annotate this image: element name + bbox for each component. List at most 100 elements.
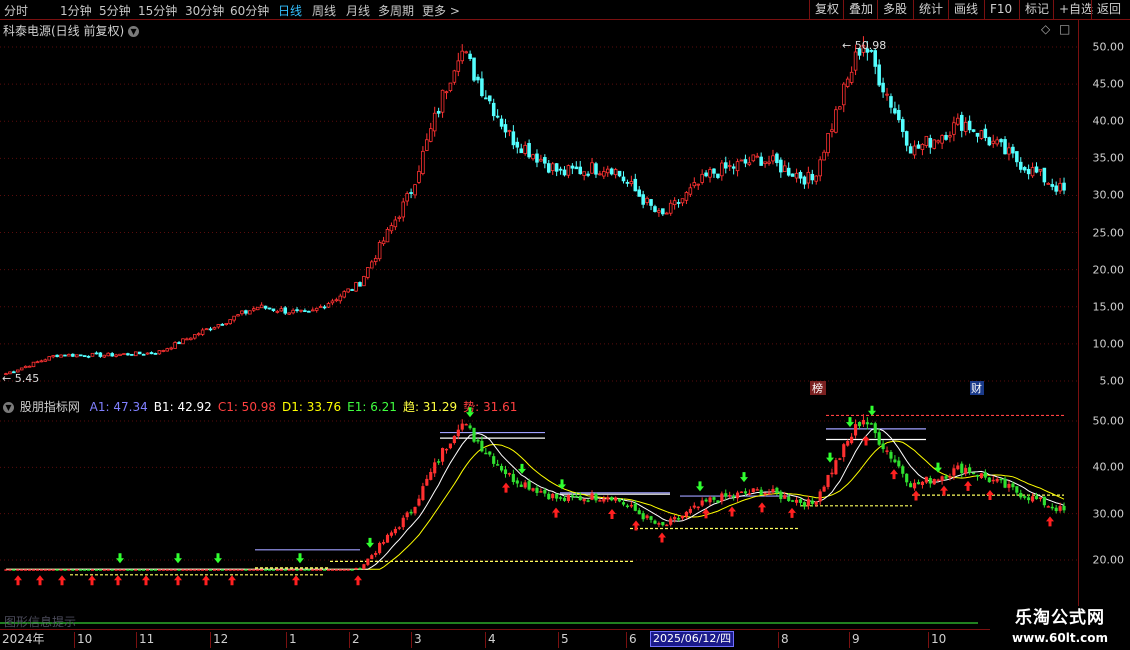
- indicator-bar: [102, 569, 106, 571]
- tab-more[interactable]: 更多 >: [422, 2, 460, 19]
- indicator-bar: [751, 488, 755, 493]
- indicator-bar: [645, 515, 649, 519]
- candle-body: [468, 53, 472, 60]
- indicator-bar: [924, 476, 928, 483]
- multi-stock-button[interactable]: 多股: [877, 0, 912, 20]
- indicator-bar: [830, 472, 834, 475]
- tab-60min[interactable]: 60分钟: [230, 2, 269, 19]
- tab-1min[interactable]: 1分钟: [60, 2, 92, 19]
- candle-body: [743, 159, 748, 164]
- indicator-bar: [12, 569, 16, 571]
- candle-body: [645, 197, 649, 203]
- time-label: 1: [286, 632, 297, 648]
- candle-body: [527, 142, 531, 158]
- candle-body: [704, 172, 708, 177]
- indicator-bar: [480, 440, 484, 452]
- stats-button[interactable]: 统计: [913, 0, 948, 20]
- candle-body: [271, 308, 276, 312]
- candle-body: [712, 168, 716, 174]
- f10-button[interactable]: F10: [984, 0, 1017, 20]
- tab-daily[interactable]: 日线: [278, 2, 302, 19]
- indicator-bar: [562, 497, 567, 501]
- tab-15min[interactable]: 15分钟: [138, 2, 177, 19]
- mark-button[interactable]: 标记: [1019, 0, 1054, 20]
- indicator-bar: [263, 569, 268, 571]
- candle-body: [897, 109, 901, 121]
- indicator-bar: [1027, 497, 1031, 501]
- candle-body: [409, 192, 413, 194]
- sell-arrow-icon: [296, 553, 304, 564]
- time-label: 5: [558, 632, 569, 648]
- back-button[interactable]: 返回: [1091, 0, 1126, 20]
- overlay-button[interactable]: 叠加: [843, 0, 878, 20]
- candle-body: [940, 135, 944, 144]
- time-label: 8: [778, 632, 789, 648]
- indicator-bar: [63, 569, 67, 571]
- candle-body: [582, 171, 586, 176]
- indicator-bar: [86, 569, 91, 571]
- indicator-bar: [806, 499, 810, 506]
- indicator-bar: [55, 569, 59, 571]
- candle-body: [598, 173, 602, 176]
- candle-body: [499, 118, 504, 127]
- indicator-chart[interactable]: [0, 396, 1078, 629]
- fuquan-button[interactable]: 复权: [809, 0, 844, 20]
- indicator-bar: [975, 474, 980, 477]
- candle-body: [818, 159, 822, 177]
- sell-arrow-icon: [174, 553, 182, 564]
- indicator-bar: [578, 495, 582, 501]
- indicator-bar: [743, 491, 748, 494]
- sell-arrow-icon: [826, 452, 834, 463]
- indicator-bar: [409, 511, 413, 514]
- buy-arrow-icon: [114, 575, 122, 586]
- tab-5min[interactable]: 5分钟: [99, 2, 131, 19]
- candle-body: [853, 51, 858, 71]
- candle-body: [393, 219, 398, 228]
- indicator-bar: [496, 464, 500, 466]
- tab-monthly[interactable]: 月线: [346, 2, 370, 19]
- candle-body: [377, 242, 382, 260]
- candle-body: [314, 307, 319, 311]
- indicator-bar: [629, 505, 633, 507]
- indicator-bar: [543, 489, 547, 494]
- indicator-bar: [354, 567, 358, 570]
- indicator-bar: [893, 459, 897, 463]
- tab-multi-period[interactable]: 多周期: [378, 2, 414, 19]
- candle-body: [782, 165, 787, 172]
- main-kline-chart[interactable]: ← 50.98 ← 5.45 榜 财: [0, 20, 1078, 395]
- main-price-axis: 50.00 45.00 40.00 35.00 30.00 25.00 20.00 15.00…: [1078, 20, 1130, 396]
- candle-body: [228, 319, 232, 325]
- indicator-bar: [610, 497, 614, 501]
- indicator-bar: [983, 472, 987, 478]
- tab-30min[interactable]: 30分钟: [185, 2, 224, 19]
- indicator-bar: [118, 569, 122, 571]
- indicator-bar: [405, 512, 409, 518]
- main-axis-tick: 10.00: [1092, 337, 1125, 351]
- buy-arrow-icon: [14, 575, 22, 586]
- buy-arrow-icon: [940, 485, 948, 496]
- draw-line-button[interactable]: 画线: [948, 0, 983, 20]
- indicator-bar: [4, 569, 8, 571]
- main-axis-tick: 5.00: [1099, 374, 1125, 388]
- indicator-bar: [881, 443, 885, 450]
- candle-body: [558, 168, 563, 171]
- tab-weekly[interactable]: 周线: [312, 2, 336, 19]
- indicator-bar: [1042, 496, 1046, 506]
- indicator-bar: [822, 486, 826, 492]
- indicator-bar: [385, 534, 390, 543]
- time-label: 12: [210, 632, 228, 648]
- indicator-bar: [79, 569, 83, 571]
- candle-body: [23, 365, 28, 369]
- candle-body: [554, 163, 559, 172]
- candle-body: [790, 173, 795, 177]
- indicator-bar: [995, 478, 999, 482]
- indicator-bar: [114, 569, 118, 571]
- indicator-bar: [90, 569, 95, 571]
- indicator-bar: [814, 501, 818, 505]
- candle-body: [275, 310, 280, 313]
- tab-fenshi[interactable]: 分时: [4, 2, 28, 19]
- candle-body: [519, 148, 524, 154]
- candle-body: [417, 171, 421, 183]
- indicator-bar: [661, 521, 665, 526]
- indicator-bar: [960, 463, 964, 474]
